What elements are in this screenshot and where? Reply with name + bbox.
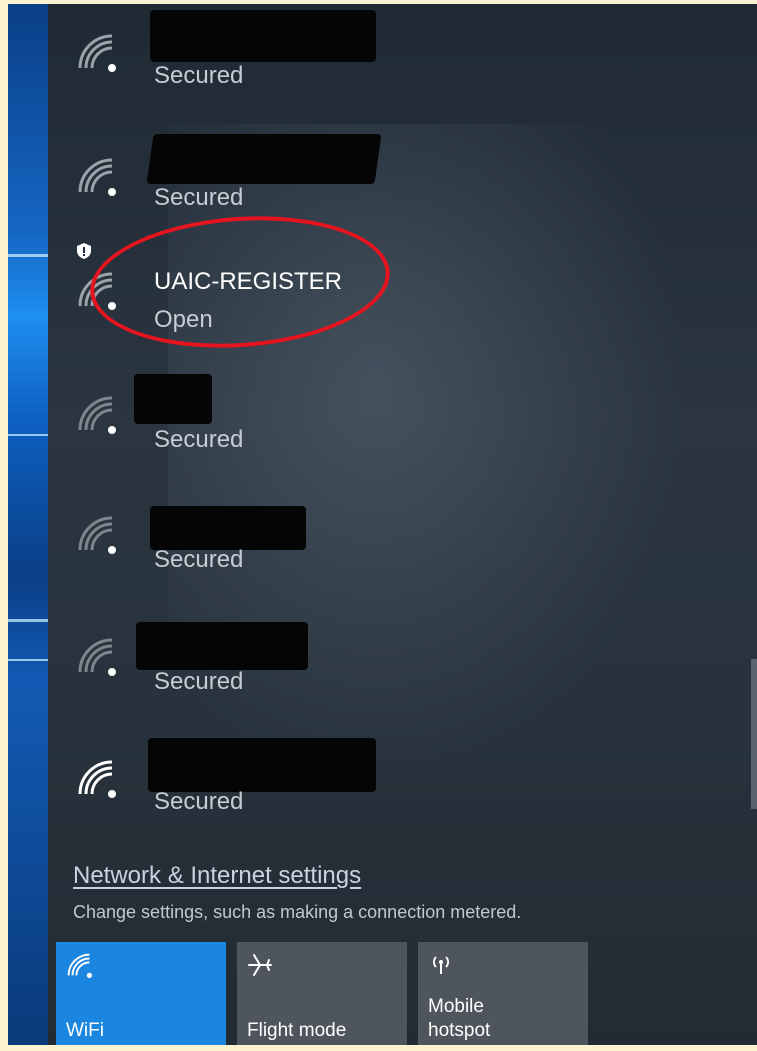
tile-label: WiFi <box>66 1020 104 1041</box>
redacted-ssid <box>134 374 212 424</box>
network-settings-link[interactable]: Network & Internet settings <box>73 862 361 890</box>
tile-label: Flight mode <box>247 1020 347 1041</box>
redacted-ssid <box>148 738 376 792</box>
wifi-signal-icon <box>78 396 116 434</box>
network-item[interactable]: Secured <box>48 608 708 718</box>
network-status: Secured <box>154 668 244 695</box>
network-item[interactable]: Secured <box>48 4 708 114</box>
flight-mode-tile[interactable]: Flight mode <box>237 942 407 1045</box>
network-status: Secured <box>154 788 244 815</box>
tile-label: Mobile hotspot <box>428 996 491 1041</box>
screen: Secured Secured UAIC-REGISTER Open Secur… <box>8 4 757 1045</box>
network-item[interactable]: Secured <box>48 486 708 596</box>
network-status: Secured <box>154 426 244 453</box>
security-warning-shield-icon <box>77 243 91 259</box>
network-status: Secured <box>154 62 244 89</box>
wifi-signal-icon <box>78 158 116 196</box>
mobile-hotspot-tile[interactable]: Mobile hotspot <box>418 942 588 1045</box>
wifi-signal-icon <box>78 638 116 676</box>
wifi-signal-icon <box>78 760 116 798</box>
airplane-icon <box>248 954 272 976</box>
wifi-icon <box>67 953 92 978</box>
scrollbar[interactable] <box>751 659 757 809</box>
desktop-background <box>8 4 52 1045</box>
wifi-signal-icon <box>78 34 116 72</box>
redacted-ssid <box>146 134 382 184</box>
network-item[interactable]: Secured <box>48 728 708 838</box>
wifi-signal-icon <box>78 516 116 554</box>
hotspot-icon <box>433 956 449 974</box>
wifi-toggle-tile[interactable]: WiFi <box>56 942 226 1045</box>
redacted-ssid <box>150 10 376 62</box>
network-item[interactable]: Secured <box>48 366 708 476</box>
network-settings-description: Change settings, such as making a connec… <box>73 902 522 922</box>
redacted-ssid <box>136 622 308 670</box>
network-status: Secured <box>154 546 244 573</box>
redacted-ssid <box>150 506 306 550</box>
network-status: Secured <box>154 184 244 211</box>
network-item[interactable]: Secured <box>48 124 708 234</box>
